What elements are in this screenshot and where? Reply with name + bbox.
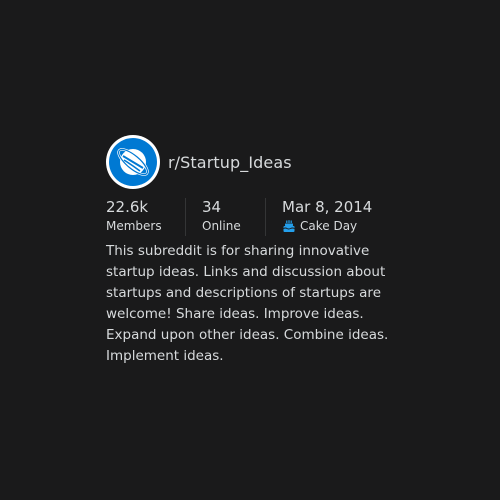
online-stat: 34 Online (186, 197, 265, 237)
members-stat: 22.6k Members (106, 197, 185, 237)
cake-day-row: Cake Day (282, 217, 372, 235)
cake-day-label: Cake Day (300, 219, 358, 233)
online-count: 34 (202, 198, 222, 216)
cake-icon (283, 220, 295, 232)
members-label: Members (106, 219, 162, 233)
planet-icon (109, 138, 157, 186)
community-avatar[interactable] (106, 135, 160, 189)
created-date: Mar 8, 2014 (282, 198, 373, 216)
community-description: This subreddit is for sharing innovative… (106, 243, 389, 364)
community-info-card: r/Startup_Ideas 22.6k Members 34 Online … (106, 135, 396, 367)
community-stats: 22.6k Members 34 Online Mar 8, 2014 Cake… (106, 197, 396, 237)
online-label: Online (202, 219, 241, 233)
community-name[interactable]: r/Startup_Ideas (168, 153, 292, 172)
created-stat: Mar 8, 2014 Cake Day (266, 197, 372, 237)
members-count: 22.6k (106, 198, 149, 216)
community-header: r/Startup_Ideas (106, 135, 396, 189)
